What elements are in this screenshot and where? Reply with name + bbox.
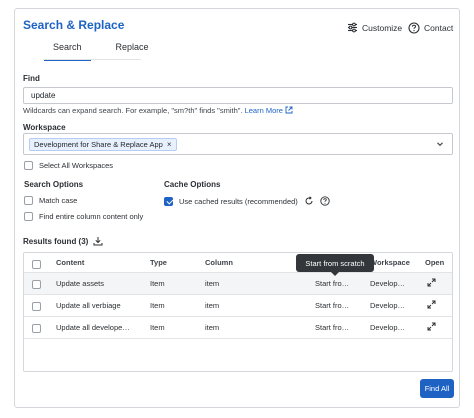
row-column: item [205, 323, 220, 332]
select-all-checkbox[interactable] [24, 161, 33, 170]
col-column[interactable]: Column [205, 258, 233, 267]
expand-icon[interactable] [427, 300, 436, 309]
row-column: item [205, 279, 220, 288]
download-icon[interactable] [93, 236, 103, 246]
row-sheet: Start fro… [315, 301, 350, 310]
entire-column-label: Find entire column content only [39, 212, 144, 221]
entire-column-checkbox[interactable] [24, 212, 33, 221]
col-content[interactable]: Content [56, 258, 84, 267]
help-circle-icon [408, 22, 420, 34]
sheet-name-tooltip: Start from scratch [296, 254, 374, 276]
col-type[interactable]: Type [150, 258, 167, 267]
workspace-label: Workspace [23, 123, 66, 132]
customize-button[interactable]: Customize [347, 22, 402, 33]
col-open: Open [425, 258, 445, 267]
results-count: Results found (3) [23, 236, 89, 246]
match-case-option[interactable]: Match case [24, 196, 77, 205]
row-content: Update assets [56, 279, 104, 288]
search-options-title: Search Options [24, 180, 84, 189]
workspace-chip-label: Development for Share & Replace App [34, 139, 163, 149]
workspace-chip: Development for Share & Replace App × [29, 137, 177, 151]
table-row[interactable]: Update all develope… Item item Start fro… [24, 317, 452, 339]
find-input-value: update [31, 91, 56, 100]
search-replace-panel: Search & Replace Customize Contact Searc… [14, 8, 460, 408]
row-checkbox[interactable] [32, 280, 41, 289]
match-case-label: Match case [39, 196, 78, 205]
refresh-icon[interactable] [304, 196, 314, 206]
learn-more-link[interactable]: Learn More [245, 106, 293, 115]
row-column: item [205, 301, 220, 310]
col-workspace[interactable]: Workspace [370, 258, 410, 267]
table-header: Content Type Column Workspace Open [24, 253, 452, 273]
mode-tabs: Search Replace [44, 42, 157, 61]
cache-options-title: Cache Options [164, 180, 221, 189]
row-checkbox[interactable] [32, 324, 41, 333]
app-title: Search & Replace [23, 18, 125, 32]
wildcard-help-text: Wildcards can expand search. For example… [23, 106, 243, 115]
tab-search[interactable]: Search [44, 42, 91, 61]
external-link-icon [285, 106, 293, 114]
select-all-rows-checkbox[interactable] [32, 260, 41, 269]
match-case-checkbox[interactable] [24, 196, 33, 205]
row-content: Update all verbiage [56, 301, 121, 310]
find-all-button[interactable]: Find All [420, 379, 454, 398]
find-label: Find [23, 74, 40, 83]
chip-remove-icon[interactable]: × [167, 140, 172, 149]
tabs-divider [43, 59, 141, 60]
row-type: Item [150, 323, 165, 332]
sliders-icon [347, 22, 358, 33]
use-cached-option[interactable]: Use cached results (recommended) [164, 196, 330, 206]
expand-icon[interactable] [427, 322, 436, 331]
row-type: Item [150, 279, 165, 288]
row-type: Item [150, 301, 165, 310]
select-all-label: Select All Workspaces [39, 161, 114, 170]
use-cached-label: Use cached results (recommended) [179, 196, 298, 206]
row-workspace: Develop… [370, 279, 406, 288]
customize-label: Customize [362, 22, 403, 33]
table-row[interactable]: Update assets Item item Start fro… Devel… [24, 273, 452, 295]
table-row[interactable]: Update all verbiage Item item Start fro…… [24, 295, 452, 317]
row-workspace: Develop… [370, 301, 406, 310]
select-all-workspaces[interactable]: Select All Workspaces [24, 161, 113, 170]
row-sheet: Start fro… [315, 323, 350, 332]
tab-replace[interactable]: Replace [108, 42, 157, 58]
row-workspace: Develop… [370, 323, 406, 332]
chevron-down-icon[interactable] [436, 140, 444, 148]
results-heading: Results found (3) [23, 236, 103, 246]
row-sheet: Start fro… [315, 279, 350, 288]
contact-button[interactable]: Contact [408, 22, 453, 34]
expand-icon[interactable] [427, 278, 436, 287]
results-table: Content Type Column Workspace Open Updat… [23, 252, 453, 372]
find-input[interactable]: update [23, 87, 453, 104]
contact-label: Contact [424, 23, 454, 33]
info-help-icon[interactable] [320, 196, 330, 206]
use-cached-checkbox[interactable] [164, 196, 173, 206]
row-content: Update all develope… [56, 323, 130, 332]
row-checkbox[interactable] [32, 302, 41, 311]
entire-column-option[interactable]: Find entire column content only [24, 212, 143, 221]
workspace-select[interactable]: Development for Share & Replace App × [23, 133, 453, 155]
wildcard-help: Wildcards can expand search. For example… [23, 106, 293, 115]
